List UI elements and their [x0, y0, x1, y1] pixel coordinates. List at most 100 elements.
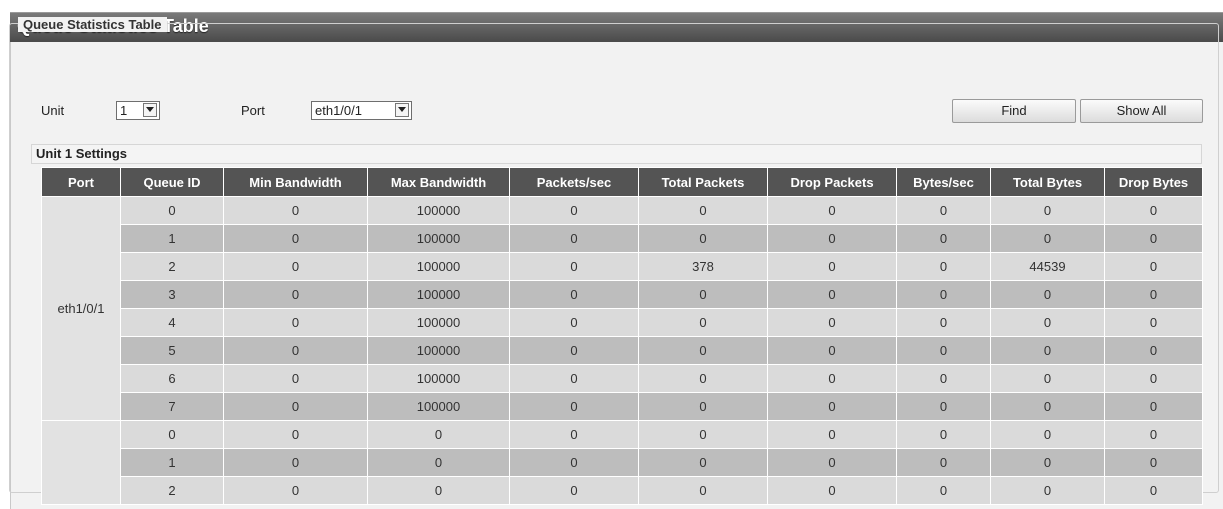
chevron-down-icon[interactable]: [395, 103, 409, 117]
queue-stats-table: Port Queue ID Min Bandwidth Max Bandwidth Pa…: [41, 167, 1203, 505]
table-cell: 0: [509, 392, 639, 421]
column-header: Queue ID: [120, 167, 224, 197]
table-cell: 0: [990, 280, 1105, 309]
table-cell: 1: [120, 224, 224, 253]
table-cell: 0: [509, 252, 639, 281]
table-cell: 0: [767, 280, 897, 309]
table-cell: 0: [638, 224, 768, 253]
table-row: 5 0 100000 0 0 0 0 0 0: [42, 336, 1203, 365]
chevron-down-icon[interactable]: [143, 103, 157, 117]
table-cell: 0: [896, 308, 991, 337]
unit-settings-header: Unit 1 Settings: [31, 144, 1202, 164]
column-header: Port: [41, 167, 121, 197]
unit-select-value: 1: [120, 103, 128, 118]
table-cell: 0: [896, 252, 991, 281]
table-cell: 0: [509, 196, 639, 225]
table-cell: 6: [120, 364, 224, 393]
table-cell: 0: [1104, 364, 1203, 393]
table-cell: 0: [638, 392, 768, 421]
port-select-value: eth1/0/1: [315, 103, 362, 118]
unit-select[interactable]: 1: [116, 101, 160, 120]
column-header: Max Bandwidth: [367, 167, 510, 197]
unit-label: Unit: [41, 103, 65, 118]
table-cell: 0: [509, 476, 639, 505]
table-cell: 0: [990, 392, 1105, 421]
find-button[interactable]: Find: [952, 99, 1076, 123]
table-cell: 0: [1104, 252, 1203, 281]
table-cell: 0: [1104, 448, 1203, 477]
table-cell: 0: [767, 336, 897, 365]
table-cell: 0: [638, 336, 768, 365]
table-cell: 0: [896, 280, 991, 309]
column-header: Total Bytes: [990, 167, 1105, 197]
table-cell: 0: [120, 196, 224, 225]
table-cell: 100000: [367, 392, 510, 421]
table-cell: 0: [638, 308, 768, 337]
table-cell: 0: [509, 336, 639, 365]
column-header: Total Packets: [638, 167, 768, 197]
fieldset-legend: Queue Statistics Table: [18, 17, 168, 32]
table-cell: 0: [509, 308, 639, 337]
table-cell: 0: [1104, 392, 1203, 421]
table-cell: 0: [896, 392, 991, 421]
table-cell: 0: [990, 476, 1105, 505]
table-cell: 0: [896, 196, 991, 225]
table-cell: 0: [896, 420, 991, 449]
table-row: 4 0 100000 0 0 0 0 0 0: [42, 308, 1203, 337]
table-cell: 0: [367, 420, 510, 449]
table-cell: 0: [367, 476, 510, 505]
table-cell: 0: [638, 476, 768, 505]
table-cell: 0: [223, 476, 368, 505]
table-cell: 0: [509, 420, 639, 449]
show-all-button[interactable]: Show All: [1080, 99, 1203, 123]
table-cell: 0: [1104, 224, 1203, 253]
table-cell: 0: [767, 476, 897, 505]
table-cell: 0: [638, 420, 768, 449]
table-row: 6 0 100000 0 0 0 0 0 0: [42, 364, 1203, 393]
table-cell: 100000: [367, 364, 510, 393]
table-cell: 0: [1104, 336, 1203, 365]
table-cell: 0: [896, 364, 991, 393]
table-cell: 0: [509, 448, 639, 477]
table-cell: 0: [990, 420, 1105, 449]
table-cell: 0: [120, 420, 224, 449]
table-cell: 0: [509, 280, 639, 309]
column-header: Drop Bytes: [1104, 167, 1203, 197]
table-cell: 0: [223, 252, 368, 281]
table-cell: 0: [990, 224, 1105, 253]
table-row: 100000000: [42, 448, 1203, 477]
column-header: Min Bandwidth: [223, 167, 368, 197]
table-cell: 0: [767, 364, 897, 393]
table-row: 200000000: [42, 476, 1203, 505]
table-cell: 0: [638, 280, 768, 309]
table-cell: 0: [990, 448, 1105, 477]
table-cell: 0: [638, 448, 768, 477]
table-cell: 0: [223, 196, 368, 225]
table-cell: 0: [990, 364, 1105, 393]
port-select[interactable]: eth1/0/1: [311, 101, 412, 120]
table-cell: 0: [896, 336, 991, 365]
table-cell: 0: [896, 476, 991, 505]
table-cell: 0: [1104, 280, 1203, 309]
table-row: 000000000: [41, 420, 1203, 505]
table-cell: 2: [120, 476, 224, 505]
table-cell: 0: [767, 252, 897, 281]
table-cell: 0: [767, 224, 897, 253]
table-cell: 44539: [990, 252, 1105, 281]
table-cell: 0: [767, 196, 897, 225]
table-cell: 1: [120, 448, 224, 477]
table-cell: 5: [120, 336, 224, 365]
table-row: 3 0 100000 0 0 0 0 0 0: [42, 280, 1203, 309]
table-cell: 0: [767, 392, 897, 421]
table-cell: 100000: [367, 336, 510, 365]
table-cell: 0: [223, 364, 368, 393]
table-cell: 0: [223, 448, 368, 477]
table-cell: 100000: [367, 224, 510, 253]
table-cell: 0: [990, 308, 1105, 337]
table-cell: 100000: [367, 280, 510, 309]
table-row: 1 0 100000 0 0 0 0 0 0: [42, 224, 1203, 253]
table-cell: 0: [767, 448, 897, 477]
table-cell: 0: [1104, 196, 1203, 225]
column-header: Bytes/sec: [896, 167, 991, 197]
table-cell: 378: [638, 252, 768, 281]
